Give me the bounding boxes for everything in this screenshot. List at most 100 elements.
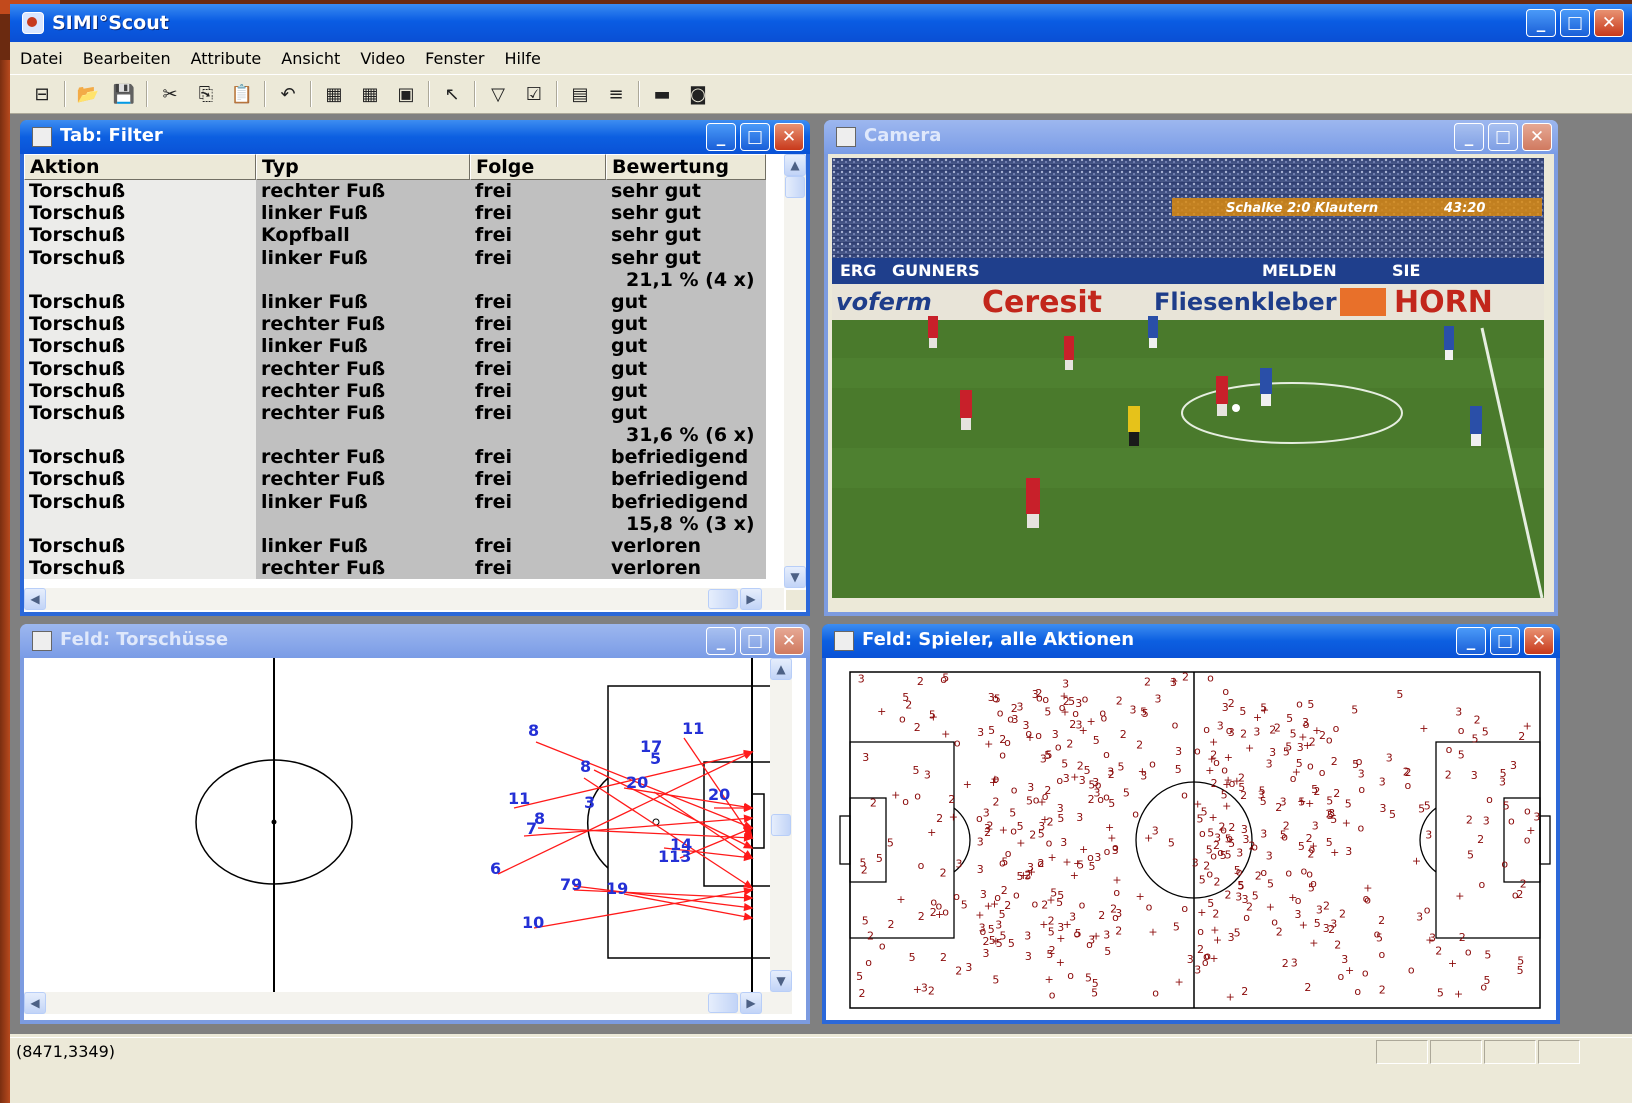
table-row[interactable]: Torschuß Kopfball frei sehr gut [24,224,776,247]
shots-close-button[interactable]: ✕ [774,627,804,655]
filter-minimize-button[interactable]: _ [706,123,736,151]
open-folder-icon[interactable]: 📂 [74,80,102,108]
action-marker: + [1056,956,1065,969]
table-row[interactable]: Torschuß rechter Fuß frei befriedigend [24,446,776,469]
save-icon[interactable]: 💾 [110,80,138,108]
scroll-left-icon[interactable]: ◀ [24,588,46,610]
shots-maximize-button[interactable]: □ [740,627,770,655]
cell-aktion [24,512,256,535]
shots-pitch[interactable]: 811175820113 208714113679 1910 [24,658,784,992]
column-header-bewertung[interactable]: Bewertung [606,154,766,180]
close-button[interactable]: ✕ [1594,9,1624,37]
menu-hilfe[interactable]: Hilfe [495,49,551,68]
menu-ansicht[interactable]: Ansicht [271,49,350,68]
action-marker: o [1295,894,1302,907]
scroll-right-icon[interactable]: ▶ [740,588,762,610]
grid-icon[interactable]: ▦ [356,80,384,108]
select-icon[interactable]: ▤ [566,80,594,108]
menu-attribute[interactable]: Attribute [181,49,272,68]
scroll-thumb[interactable] [785,176,805,198]
camera-close-button[interactable]: ✕ [1522,123,1552,151]
cut-icon[interactable]: ✂ [156,80,184,108]
shots-scroll-down-icon[interactable]: ▼ [770,970,792,992]
player-close-button[interactable]: ✕ [1524,627,1554,655]
table-row[interactable]: Torschuß linker Fuß frei befriedigend [24,490,776,513]
camera-maximize-button[interactable]: □ [1488,123,1518,151]
column-header-typ[interactable]: Typ [256,154,470,180]
shots-scroll-thumb-horizontal[interactable] [708,993,738,1013]
board-erg: ERG [840,261,876,280]
player-field-titlebar[interactable]: Feld: Spieler, alle Aktionen _ □ ✕ [822,624,1560,658]
filter-table-titlebar[interactable]: Tab: Filter _ □ ✕ [20,120,810,154]
layout-icon[interactable]: ⊟ [28,80,56,108]
shots-scroll-right-icon[interactable]: ▶ [740,992,762,1014]
table-row[interactable]: Torschuß linker Fuß frei gut [24,290,776,314]
vertical-scrollbar[interactable]: ▲ ▼ [784,154,806,588]
app-titlebar[interactable]: SIMI°Scout _ □ ✕ [10,4,1632,42]
action-marker: 3 [1499,775,1506,788]
table-row[interactable]: Torschuß rechter Fuß frei befriedigend [24,468,776,491]
camera-minimize-button[interactable]: _ [1454,123,1484,151]
table-row[interactable]: Torschuß rechter Fuß frei sehr gut [24,180,776,203]
menu-bearbeiten[interactable]: Bearbeiten [73,49,181,68]
video-frame[interactable]: ERG GUNNERS MELDEN SIE voferm Ceresit Fl… [832,158,1544,598]
table-row[interactable]: Torschuß linker Fuß frei sehr gut [24,202,776,225]
menu-datei[interactable]: Datei [10,49,73,68]
scroll-up-icon[interactable]: ▲ [784,154,806,176]
copy-icon[interactable]: ⎘ [192,80,220,108]
lines-icon[interactable]: ≡ [602,80,630,108]
shots-field-titlebar[interactable]: Feld: Torschüsse _ □ ✕ [20,624,810,658]
player-actions-pitch[interactable]: oooo2o+3o+3o+55o+o5oo2o355o3353++355+oo2… [826,658,1556,1020]
column-header-aktion[interactable]: Aktion [24,154,256,180]
shots-vertical-scrollbar[interactable]: ▲ ▼ [770,658,792,992]
action-marker: 5 [1092,977,1099,990]
menu-video[interactable]: Video [350,49,415,68]
table-row[interactable]: Torschuß linker Fuß frei verloren [24,535,776,558]
column-header-folge[interactable]: Folge [470,154,606,180]
shots-scroll-up-icon[interactable]: ▲ [770,658,792,680]
cell-aktion: Torschuß [24,401,256,425]
action-marker: 5 [856,970,863,983]
table-row[interactable]: Torschuß rechter Fuß frei gut [24,313,776,336]
undo-icon[interactable]: ↶ [274,80,302,108]
scroll-thumb-horizontal[interactable] [708,589,738,609]
table-row[interactable]: Torschuß linker Fuß frei gut [24,335,776,358]
action-marker: 2 [1275,801,1282,814]
shots-scroll-thumb[interactable] [771,814,791,836]
shots-scroll-left-icon[interactable]: ◀ [24,992,46,1014]
minimize-button[interactable]: _ [1526,9,1556,37]
summary-row[interactable]: 21,1 % (4 x) [24,268,776,291]
camera-titlebar[interactable]: Camera _ □ ✕ [824,120,1558,154]
table-icon[interactable]: ▦ [320,80,348,108]
summary-row[interactable]: 31,6 % (6 x) [24,424,776,447]
table-row[interactable]: Torschuß rechter Fuß frei gut [24,379,776,402]
action-marker: 3 [1471,769,1478,782]
action-marker: 5 [1290,727,1297,740]
menu-fenster[interactable]: Fenster [415,49,494,68]
player-maximize-button[interactable]: □ [1490,627,1520,655]
table-row[interactable]: Torschuß rechter Fuß frei gut [24,357,776,380]
resize-grip[interactable] [786,590,806,610]
filter-maximize-button[interactable]: □ [740,123,770,151]
table-row[interactable]: Torschuß rechter Fuß frei verloren [24,557,776,580]
filter-close-button[interactable]: ✕ [774,123,804,151]
field-icon[interactable]: ▣ [392,80,420,108]
summary-row[interactable]: 15,8 % (3 x) [24,512,776,535]
toolbar-separator [264,81,266,107]
shots-minimize-button[interactable]: _ [706,627,736,655]
shots-horizontal-scrollbar[interactable]: ◀ ▶ [24,992,792,1014]
player-minimize-button[interactable]: _ [1456,627,1486,655]
pointer-icon[interactable]: ↖ [438,80,466,108]
table-row[interactable]: Torschuß rechter Fuß frei gut [24,401,776,425]
table-row[interactable]: Torschuß linker Fuß frei sehr gut [24,246,776,269]
action-marker: + [927,826,936,839]
scroll-down-icon[interactable]: ▼ [784,566,806,588]
paste-icon[interactable]: 📋 [228,80,256,108]
filter-icon[interactable]: ▽ [484,80,512,108]
action-marker: 5 [1104,945,1111,958]
horizontal-scrollbar[interactable]: ◀ ▶ [24,588,784,610]
checkmark-icon[interactable]: ☑ [520,80,548,108]
monitor-icon[interactable]: ▬ [648,80,676,108]
camera-icon[interactable]: ◙ [684,80,712,108]
maximize-button[interactable]: □ [1560,9,1590,37]
